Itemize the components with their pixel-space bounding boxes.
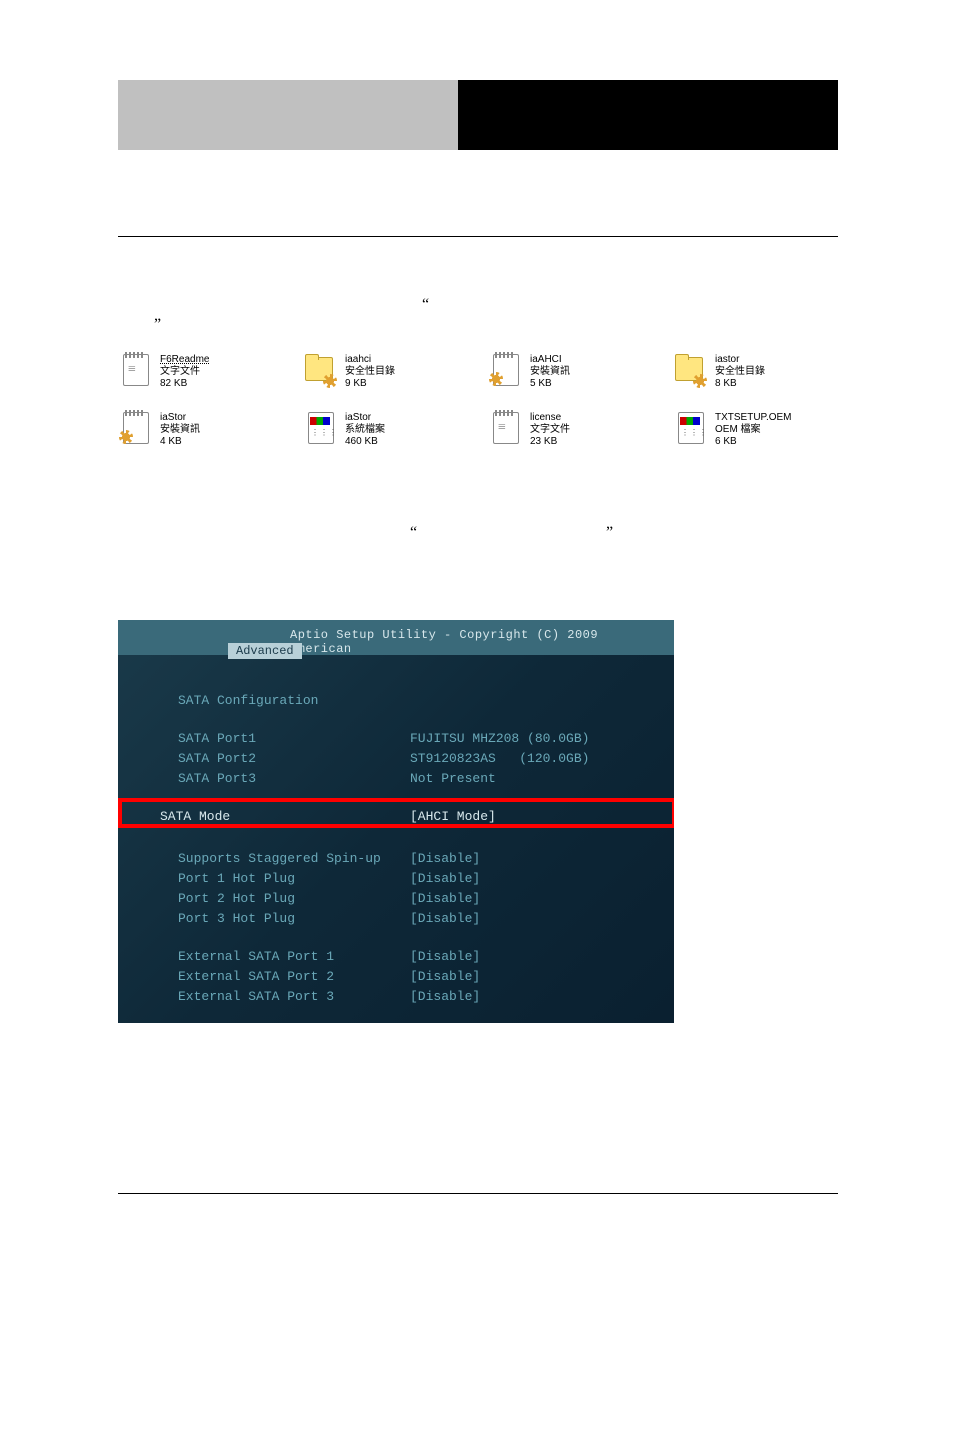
file-name: iaAHCI xyxy=(530,354,570,366)
oem-file-icon: ⋮⋮⋮ xyxy=(673,410,709,450)
file-name: iaStor xyxy=(345,412,385,424)
bios-external-label: External SATA Port 3 xyxy=(140,989,410,1009)
file-iastor-cat: iastor 安全性目錄 8 KB xyxy=(673,352,858,392)
divider-bottom xyxy=(118,1193,838,1194)
catalog-file-icon xyxy=(303,352,339,392)
bios-option-value: [Disable] xyxy=(410,851,480,871)
file-iaahci-cat: iaahci 安全性目錄 9 KB xyxy=(303,352,488,392)
bios-option-label: Port 1 Hot Plug xyxy=(140,871,410,891)
bios-external-value: [Disable] xyxy=(410,989,480,1009)
file-size: 82 KB xyxy=(160,378,209,390)
file-type: 安全性目錄 xyxy=(345,366,395,378)
file-size: 6 KB xyxy=(715,436,792,448)
inf-file-icon xyxy=(488,352,524,392)
bios-option-label: Port 2 Hot Plug xyxy=(140,891,410,911)
file-name: license xyxy=(530,412,570,424)
file-name: iaahci xyxy=(345,354,395,366)
file-iastor-sys: ⋮⋮⋮ iaStor 系統檔案 460 KB xyxy=(303,410,488,450)
file-name: iaStor xyxy=(160,412,200,424)
sys-file-icon: ⋮⋮⋮ xyxy=(303,410,339,450)
bios-external-value: [Disable] xyxy=(410,969,480,989)
banner-left xyxy=(118,80,458,150)
text-file-icon xyxy=(118,352,154,392)
bios-tab-advanced: Advanced xyxy=(228,643,302,659)
files-row-2: iaStor 安裝資訊 4 KB ⋮⋮⋮ iaStor 系統檔案 460 KB … xyxy=(118,410,858,450)
bios-option-value: [Disable] xyxy=(410,871,480,891)
bios-external-label: External SATA Port 2 xyxy=(140,969,410,989)
file-license: license 文字文件 23 KB xyxy=(488,410,673,450)
file-iaahci-inf: iaAHCI 安裝資訊 5 KB xyxy=(488,352,673,392)
file-name: iastor xyxy=(715,354,765,366)
quote-close-2: ” xyxy=(606,524,613,542)
quote-close-1: ” xyxy=(154,316,161,334)
file-txtsetup-oem: ⋮⋮⋮ TXTSETUP.OEM OEM 檔案 6 KB xyxy=(673,410,858,450)
file-size: 460 KB xyxy=(345,436,385,448)
files-row-1: F6Readme 文字文件 82 KB iaahci 安全性目錄 9 KB ia… xyxy=(118,352,858,392)
file-type: 安裝資訊 xyxy=(160,424,200,436)
bios-option-label: Port 3 Hot Plug xyxy=(140,911,410,931)
file-size: 9 KB xyxy=(345,378,395,390)
file-size: 4 KB xyxy=(160,436,200,448)
file-name: TXTSETUP.OEM xyxy=(715,412,792,424)
bios-sata-mode-value: [AHCI Mode] xyxy=(410,809,496,829)
text-file-icon xyxy=(488,410,524,450)
bios-screenshot: Aptio Setup Utility - Copyright (C) 2009… xyxy=(118,620,674,1023)
bios-external-label: External SATA Port 1 xyxy=(140,949,410,969)
inf-file-icon xyxy=(118,410,154,450)
bios-port-label: SATA Port1 xyxy=(140,731,410,751)
bios-option-value: [Disable] xyxy=(410,911,480,931)
file-name: F6Readme xyxy=(160,354,209,366)
bios-port-value: Not Present xyxy=(410,771,496,791)
bios-option-label: Supports Staggered Spin-up xyxy=(140,851,410,871)
file-type: 系統檔案 xyxy=(345,424,385,436)
file-type: 文字文件 xyxy=(530,424,570,436)
file-type: OEM 檔案 xyxy=(715,424,792,436)
catalog-file-icon xyxy=(673,352,709,392)
title-banner xyxy=(118,80,838,150)
file-size: 8 KB xyxy=(715,378,765,390)
bios-title: Aptio Setup Utility - Copyright (C) 2009… xyxy=(290,628,656,656)
bios-option-value: [Disable] xyxy=(410,891,480,911)
divider-top xyxy=(118,236,838,237)
quote-open-1: “ xyxy=(422,296,429,314)
file-iastor-inf: iaStor 安裝資訊 4 KB xyxy=(118,410,303,450)
bios-sata-mode-label: SATA Mode xyxy=(140,809,410,829)
file-type: 安全性目錄 xyxy=(715,366,765,378)
quote-open-2: “ xyxy=(410,524,417,542)
bios-section-title: SATA Configuration xyxy=(140,693,410,713)
bios-port-value: FUJITSU MHZ208 (80.0GB) xyxy=(410,731,589,751)
banner-right xyxy=(458,80,838,150)
bios-port-label: SATA Port3 xyxy=(140,771,410,791)
bios-port-label: SATA Port2 xyxy=(140,751,410,771)
file-size: 5 KB xyxy=(530,378,570,390)
file-type: 文字文件 xyxy=(160,366,209,378)
bios-port-value: ST9120823AS (120.0GB) xyxy=(410,751,589,771)
file-type: 安裝資訊 xyxy=(530,366,570,378)
bios-external-value: [Disable] xyxy=(410,949,480,969)
file-size: 23 KB xyxy=(530,436,570,448)
file-f6readme: F6Readme 文字文件 82 KB xyxy=(118,352,303,392)
